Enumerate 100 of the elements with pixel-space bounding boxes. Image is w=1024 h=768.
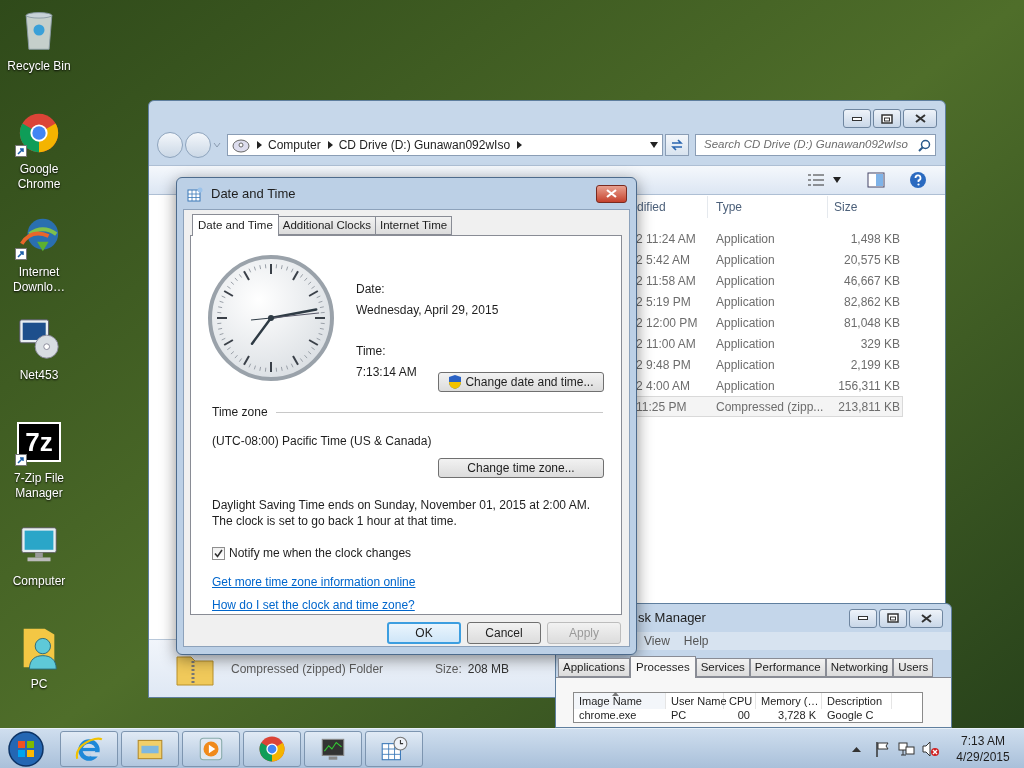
dialog-tab[interactable]: Internet Time: [375, 216, 453, 235]
address-bar[interactable]: Computer CD Drive (D:) Gunawan092wIso: [227, 134, 663, 156]
start-button[interactable]: [5, 729, 47, 768]
dialog-button[interactable]: Cancel: [467, 622, 541, 644]
show-hidden-icons-icon[interactable]: [852, 745, 861, 752]
desktop-icon-label[interactable]: 7-Zip File Manager: [1, 471, 77, 501]
maximize-button[interactable]: [873, 109, 901, 128]
dialog-tab[interactable]: Additional Clocks: [277, 216, 376, 235]
close-button[interactable]: [596, 184, 627, 203]
file-row[interactable]: 2 9:48 PM Application 2,199 KB: [635, 354, 903, 375]
search-field[interactable]: Search CD Drive (D:) Gunawan092wIso: [695, 134, 936, 156]
size-cell-text: 329 KB: [859, 335, 901, 353]
modified-cell-text: 2 5:19 PM: [636, 293, 692, 311]
type-cell-text: Application: [715, 230, 776, 248]
modified-cell-text: 2 11:58 AM: [636, 272, 697, 290]
search-icon: [918, 138, 931, 152]
minimize-button[interactable]: [849, 608, 877, 628]
file-row[interactable]: 2 11:00 AM Application 329 KB: [635, 333, 903, 354]
process-cell-text: 00: [736, 709, 751, 722]
help-link[interactable]: Get more time zone information online: [212, 573, 416, 591]
minimize-button[interactable]: [843, 109, 871, 128]
clock-time[interactable]: 7:13 AM: [961, 732, 1005, 749]
file-row[interactable]: 2 4:00 AM Application 156,311 KB: [635, 375, 903, 396]
file-row[interactable]: 2 5:19 PM Application 82,862 KB: [635, 291, 903, 312]
menu-item[interactable]: View: [644, 632, 670, 650]
taskbar-clock[interactable]: 7:13 AM 4/29/2015: [950, 732, 1016, 765]
calendar-icon: [187, 185, 203, 202]
flag-icon[interactable]: [874, 740, 890, 757]
column-header[interactable]: Memory (…: [756, 693, 822, 709]
restore-icon: [887, 613, 899, 623]
refresh-icon: [670, 138, 684, 152]
breadcrumb-item[interactable]: CD Drive (D:) Gunawan092wIso: [338, 136, 511, 154]
size-cell-text: 20,575 KB: [842, 251, 901, 269]
desktop-icon-label[interactable]: Google Chrome: [1, 162, 77, 192]
column-header[interactable]: dified: [635, 196, 707, 218]
file-row[interactable]: 11:25 PM Compressed (zipp... 213,811 KB: [635, 396, 903, 417]
column-header[interactable]: Size: [827, 196, 901, 218]
sort-arrow-icon[interactable]: [612, 692, 619, 696]
column-header[interactable]: Image Name: [574, 693, 666, 709]
modified-cell-text: 11:25 PM: [636, 398, 688, 416]
time-label: Time:: [356, 343, 387, 360]
process-cell-text: PC: [670, 709, 688, 722]
task-manager-tab[interactable]: Processes: [630, 656, 696, 678]
seven-zip-logo[interactable]: 7z: [17, 422, 61, 462]
file-row[interactable]: 2 5:42 AM Application 20,575 KB: [635, 249, 903, 270]
column-header[interactable]: Description: [822, 693, 892, 709]
desktop-icon-label[interactable]: Internet Downlo…: [1, 265, 77, 295]
change-date-time-button[interactable]: Change date and time...: [438, 372, 604, 392]
details-view-icon[interactable]: [807, 173, 825, 187]
network-icon[interactable]: [898, 740, 916, 757]
window-title: sk Manager: [638, 609, 706, 628]
notify-checkbox[interactable]: [212, 546, 225, 560]
task-manager-tab[interactable]: Users: [893, 658, 934, 677]
file-row[interactable]: 2 11:58 AM Application 46,667 KB: [635, 270, 903, 291]
breadcrumb-item[interactable]: Computer: [268, 136, 321, 154]
size-value: 208 MB: [467, 660, 510, 678]
chevron-right-icon[interactable]: [256, 141, 262, 149]
maximize-button[interactable]: [879, 608, 907, 628]
dialog-tab[interactable]: Date and Time: [192, 214, 279, 236]
help-link[interactable]: How do I set the clock and time zone?: [212, 596, 415, 614]
desktop-icon-label[interactable]: Computer: [1, 574, 77, 589]
size-label: Size:: [435, 660, 462, 678]
volume-muted-icon[interactable]: [922, 740, 940, 757]
type-cell-text: Application: [715, 293, 776, 311]
chevron-right-icon[interactable]: [516, 141, 523, 149]
computer-disc-icon[interactable]: [16, 316, 62, 362]
file-row[interactable]: 2 11:24 AM Application 1,498 KB: [635, 228, 903, 249]
help-icon[interactable]: [909, 171, 927, 189]
preview-pane-icon[interactable]: [867, 172, 885, 188]
desktop-icon-label[interactable]: PC: [1, 677, 77, 692]
taskbar-button[interactable]: [304, 730, 362, 767]
caret-down-icon[interactable]: [833, 177, 841, 183]
task-manager-tab[interactable]: Networking: [825, 658, 894, 677]
time-value: 7:13:14 AM: [356, 364, 418, 381]
size-cell-text: 81,048 KB: [842, 314, 901, 332]
daylight-saving-notice: Daylight Saving Time ends on Sunday, November 01, 2015 at 2:00 AM. The clock is set to go back 1 hour at that time.: [211, 497, 591, 529]
chevron-right-icon[interactable]: [326, 141, 333, 149]
task-manager-tab[interactable]: Services: [695, 658, 750, 677]
checkbox-label[interactable]: Notify me when the clock changes: [229, 544, 412, 562]
menu-item[interactable]: Help: [683, 632, 709, 650]
date-value: Wednesday, April 29, 2015: [356, 302, 499, 319]
caret-down-icon[interactable]: [650, 142, 658, 148]
file-row[interactable]: 2 12:00 PM Application 81,048 KB: [635, 312, 903, 333]
refresh-button[interactable]: [665, 134, 689, 156]
desktop-icon-label[interactable]: Net453: [1, 368, 77, 383]
close-button[interactable]: [903, 109, 937, 128]
type-cell-text: Compressed (zipp...: [715, 398, 825, 416]
type-cell-text: Application: [715, 314, 776, 332]
dialog-button[interactable]: OK: [387, 622, 461, 644]
close-button[interactable]: [909, 608, 943, 628]
desktop-icon-label[interactable]: Recycle Bin: [1, 59, 77, 74]
column-header[interactable]: Type: [707, 196, 827, 218]
windows-logo-icon: [7, 729, 45, 768]
task-manager-tab[interactable]: Performance: [749, 658, 826, 677]
column-header[interactable]: User Name: [666, 693, 724, 709]
task-manager-tab[interactable]: Applications: [558, 658, 630, 677]
type-cell-text: Application: [715, 377, 776, 395]
change-time-zone-button[interactable]: Change time zone...: [438, 458, 604, 478]
date-label: Date:: [356, 281, 386, 298]
clock-date[interactable]: 4/29/2015: [956, 748, 1010, 765]
